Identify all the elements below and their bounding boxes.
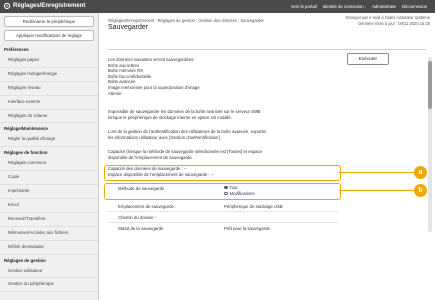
capacity-info: Capacité des données de sauvegarde : -- … bbox=[108, 166, 214, 177]
sidebar-item-copy[interactable]: Copie bbox=[0, 171, 98, 186]
backup-status-value: Prêt pour la sauvegarde. bbox=[224, 226, 272, 231]
breadcrumb: Réglages/Enregistrement : Réglages de ge… bbox=[108, 18, 264, 23]
top-bar: Réglages/Enregistrement Vers le portail … bbox=[0, 0, 435, 13]
sidebar: Redémarrer le périphérique Appliquer mod… bbox=[0, 13, 99, 300]
method-option-all[interactable]: Tout bbox=[224, 185, 238, 190]
sidebar-item-send[interactable]: Envoi bbox=[0, 199, 98, 213]
backup-status-label: Statut de la sauvegarde bbox=[118, 226, 164, 231]
callout-line-b bbox=[339, 190, 415, 192]
backup-contents-text: Les données suivantes seront sauvegardée… bbox=[108, 57, 200, 96]
sidebar-item-timer-energy[interactable]: Réglages horloge/énergie bbox=[0, 68, 98, 82]
user-name: Administrate bbox=[372, 4, 396, 9]
login-identity: Identité de connexion : bbox=[322, 4, 367, 9]
section-management: Réglages de gestion bbox=[4, 257, 46, 263]
sidebar-item-common[interactable]: Réglages communs bbox=[0, 157, 98, 172]
sidebar-item-destination[interactable]: Définir destinataire bbox=[0, 241, 98, 255]
radio-selected-icon bbox=[224, 185, 228, 190]
sidebar-item-user-management[interactable]: Gestion utilisateur bbox=[0, 265, 98, 279]
row-divider bbox=[108, 222, 338, 223]
gear-icon bbox=[3, 2, 11, 10]
backup-location-value: Périphérique de stockage USB bbox=[224, 204, 283, 209]
auth-note-text: Lors de la gestion de l'authentification… bbox=[108, 129, 267, 140]
method-option-changes[interactable]: Modifications bbox=[224, 191, 255, 196]
backup-method-label: Méthode de sauvegarde bbox=[118, 186, 165, 191]
section-maintenance: Réglage/Maintenance bbox=[4, 126, 48, 132]
logout-link[interactable]: Déconnexion bbox=[402, 4, 427, 9]
apply-settings-button[interactable]: Appliquer modifications de réglage bbox=[4, 30, 94, 41]
section-function: Réglages de fonction bbox=[4, 150, 48, 156]
section-preferences: Préférences bbox=[4, 47, 29, 52]
sidebar-item-paper[interactable]: Réglages papier bbox=[0, 54, 98, 68]
sidebar-item-receive-forward[interactable]: Recevoir/Transférer bbox=[0, 213, 98, 227]
folder-path-label: Chemin du dossier : bbox=[118, 215, 157, 220]
page-title: Sauvegarder bbox=[108, 24, 149, 31]
sidebar-item-printer[interactable]: Imprimante bbox=[0, 185, 98, 200]
smb-note-text: Impossible de sauvegarder les données de… bbox=[108, 109, 261, 120]
backup-location-label: Emplacement de sauvegarde : bbox=[118, 204, 177, 209]
portal-link[interactable]: Vers le portail bbox=[291, 4, 317, 9]
row-divider bbox=[108, 211, 338, 212]
main-panel: Réglages/Enregistrement : Réglages de ge… bbox=[100, 15, 426, 298]
scrollbar-thumb[interactable] bbox=[428, 61, 432, 109]
callout-a: a bbox=[414, 166, 427, 179]
scrollbar[interactable] bbox=[428, 57, 432, 232]
top-links: Vers le portail Identité de connexion : … bbox=[291, 4, 427, 9]
execute-button[interactable]: Exécuter bbox=[347, 53, 389, 65]
callout-line-a bbox=[339, 172, 415, 174]
sidebar-item-volume[interactable]: Réglages du volume bbox=[0, 110, 98, 124]
restart-button[interactable]: Redémarrer le périphérique bbox=[4, 16, 94, 27]
sidebar-item-network[interactable]: Réglages réseau bbox=[0, 82, 98, 96]
capacity-note-text: Capacité (lorsque la méthode de sauvegar… bbox=[108, 149, 263, 160]
sidebar-item-store-access[interactable]: Mémoriser/Accéder aux fichiers bbox=[0, 227, 98, 241]
sidebar-item-external-interface[interactable]: Interface externe bbox=[0, 96, 98, 110]
sidebar-item-image-quality[interactable]: Régler la qualité d'image bbox=[0, 133, 98, 148]
divider bbox=[108, 49, 426, 50]
callout-b: b bbox=[414, 184, 427, 197]
sidebar-item-device-management[interactable]: Gestion du périphérique bbox=[0, 278, 98, 293]
radio-unselected-icon bbox=[224, 191, 228, 196]
app-title: Réglages/Enregistrement bbox=[13, 3, 86, 9]
